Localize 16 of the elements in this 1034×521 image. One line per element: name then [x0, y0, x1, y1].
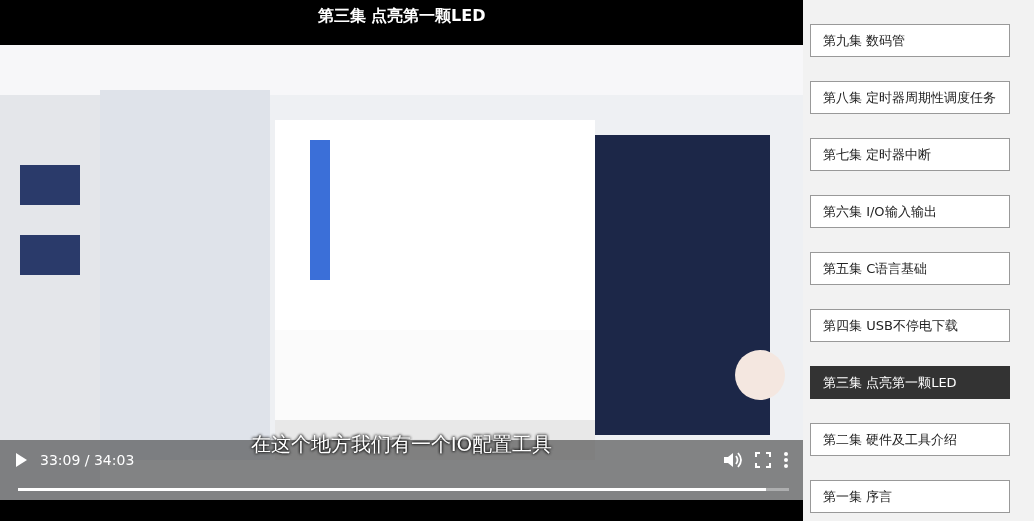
- more-menu-button[interactable]: [783, 451, 789, 469]
- episode-item[interactable]: 第六集 I/O输入输出: [810, 195, 1010, 228]
- fullscreen-button[interactable]: [755, 452, 771, 468]
- episode-item[interactable]: 第八集 定时器周期性调度任务: [810, 81, 1010, 114]
- video-title: 第三集 点亮第一颗LED: [316, 5, 487, 27]
- episode-item[interactable]: 第七集 定时器中断: [810, 138, 1010, 171]
- subtitle: 在这个地方我们有一个IO配置工具: [250, 432, 553, 456]
- episode-item[interactable]: 第九集 数码管: [810, 24, 1010, 57]
- episode-item[interactable]: 第三集 点亮第一颗LED: [810, 366, 1010, 399]
- episode-item[interactable]: 第二集 硬件及工具介绍: [810, 423, 1010, 456]
- episode-item[interactable]: 第五集 C语言基础: [810, 252, 1010, 285]
- episode-item[interactable]: 第四集 USB不停电下载: [810, 309, 1010, 342]
- episode-item[interactable]: 第一集 序言: [810, 480, 1010, 513]
- play-button[interactable]: [14, 452, 28, 468]
- playback-time: 33:09 / 34:03: [40, 452, 135, 468]
- volume-button[interactable]: [723, 451, 743, 469]
